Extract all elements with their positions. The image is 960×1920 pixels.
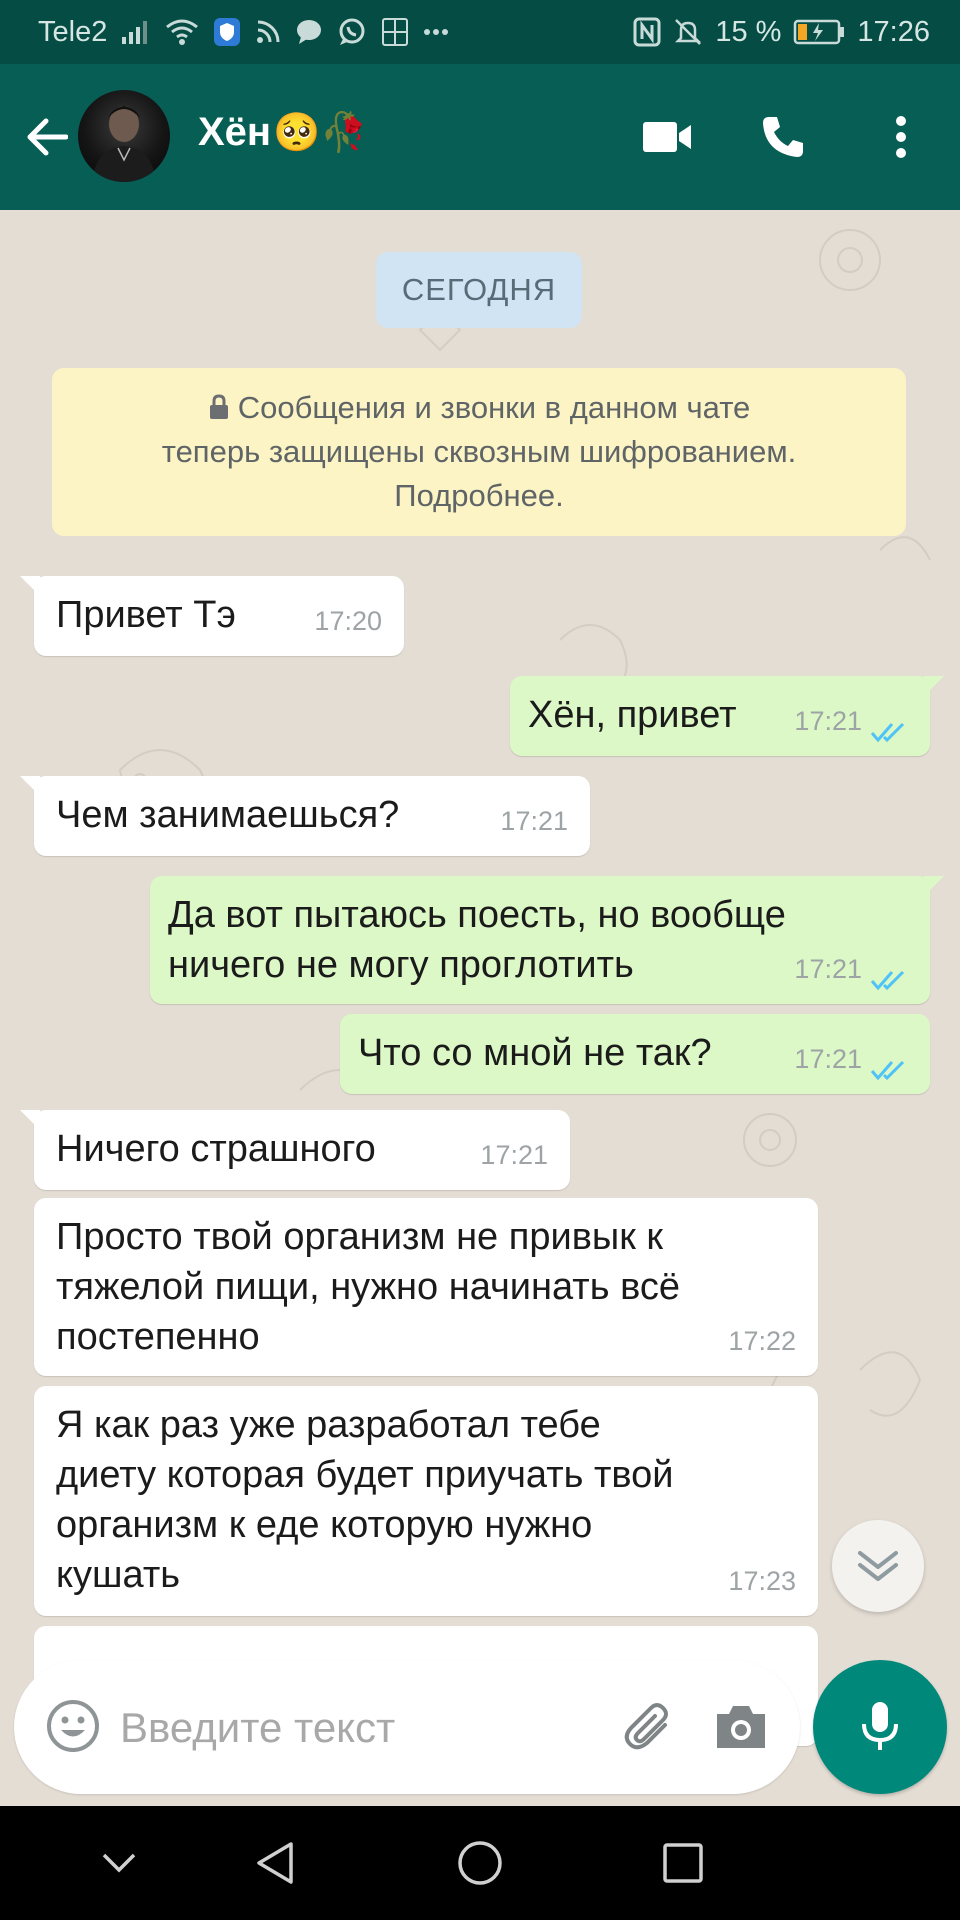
scroll-to-bottom-button[interactable] [832, 1520, 924, 1612]
contact-emojis: 🥺🥀 [273, 110, 368, 154]
message-bubble-incoming[interactable]: Привет Тэ 17:20 [20, 576, 404, 656]
nav-home-button[interactable] [445, 1828, 515, 1898]
double-chevron-down-icon [858, 1551, 898, 1581]
nav-hide-keyboard-button[interactable] [84, 1828, 154, 1898]
message-text: Я как раз уже разработал тебе диету кото… [56, 1404, 674, 1596]
contact-name-text: Хён [198, 110, 272, 154]
voice-call-button[interactable] [752, 106, 814, 168]
message-composer [14, 1660, 800, 1794]
lock-icon [209, 394, 228, 419]
message-text: Ничего страшного [56, 1128, 376, 1170]
avatar-photo [92, 106, 156, 182]
whatsapp-notification-icon [337, 0, 367, 64]
message-bubble-outgoing[interactable]: Да вот пытаюсь поесть, но вообще ничего … [150, 876, 944, 1004]
phone-icon [763, 117, 803, 157]
nav-recents-button[interactable] [648, 1828, 718, 1898]
double-check-read-icon [870, 1060, 905, 1081]
message-bubble-incoming[interactable]: Ничего страшного 17:21 [20, 1110, 570, 1190]
date-label: СЕГОДНЯ [401, 272, 557, 307]
message-text: Привет Тэ [56, 594, 236, 636]
bubble-tail [924, 676, 944, 696]
microphone-icon [862, 1702, 898, 1750]
message-time: 17:20 [314, 606, 382, 636]
smiley-face-icon [47, 1700, 99, 1752]
arrow-left-icon [27, 118, 68, 156]
more-vertical-icon [896, 116, 906, 158]
chevron-down-icon [102, 1853, 136, 1873]
encryption-notice[interactable]: Сообщения и звонки в данном чате теперь … [52, 368, 906, 536]
video-call-button[interactable] [636, 106, 698, 168]
voice-message-button[interactable] [813, 1660, 947, 1794]
double-check-read-icon [870, 970, 905, 991]
message-time: 17:21 [794, 954, 862, 984]
message-time: 17:21 [794, 1044, 862, 1074]
triangle-back-icon [257, 1842, 293, 1884]
clock: 17:26 [857, 15, 930, 48]
camera-icon [717, 1706, 765, 1748]
encryption-notice-text: Сообщения и звонки в данном чате теперь … [161, 390, 797, 513]
menu-button[interactable] [870, 106, 932, 168]
status-bar: Tele2 15 % 17:26 [0, 0, 960, 64]
message-text: Что со мной не так? [358, 1032, 712, 1074]
emoji-button[interactable] [42, 1695, 104, 1757]
carrier-label: Tele2 [38, 15, 108, 48]
chat-notification-icon [295, 0, 323, 64]
contact-name[interactable]: Хён🥺🥀 [198, 110, 368, 155]
chat-header: Хён🥺🥀 [0, 64, 960, 210]
message-bubble-incoming[interactable]: Чем занимаешься? 17:21 [20, 776, 590, 856]
chat-messages-area[interactable]: СЕГОДНЯ Сообщения и звонки в данном чате… [0, 210, 960, 1806]
mute-bell-icon [673, 0, 703, 64]
contact-avatar[interactable] [78, 90, 170, 182]
nfc-icon [633, 0, 661, 64]
message-time: 17:21 [794, 706, 862, 736]
back-button[interactable] [20, 111, 72, 163]
paperclip-icon [624, 1703, 668, 1750]
message-bubble-incoming[interactable]: Я как раз уже разработал тебе диету кото… [34, 1386, 818, 1616]
whatsapp-chat-screen: Tele2 15 % 17:26 Хён🥺🥀 СЕГОДНЯ Сообщения… [0, 0, 960, 1920]
rss-icon [255, 0, 281, 64]
more-notifications-icon [423, 0, 449, 64]
message-input[interactable] [118, 1688, 602, 1768]
message-bubble-outgoing[interactable]: Что со мной не так? 17:21 [340, 1014, 930, 1094]
signal-icon [121, 0, 151, 64]
system-navigation-bar [0, 1806, 960, 1920]
battery-percent: 15 % [715, 15, 782, 48]
message-text: Просто твой организм не привык к тяжелой… [56, 1216, 680, 1358]
message-time: 17:23 [728, 1566, 796, 1596]
bubble-tail [20, 1110, 40, 1130]
battery-icon [793, 0, 845, 64]
square-recents-icon [663, 1843, 703, 1883]
attach-button[interactable] [618, 1696, 680, 1758]
nav-back-button[interactable] [240, 1828, 310, 1898]
message-time: 17:21 [500, 806, 568, 836]
bubble-tail [20, 576, 40, 596]
message-time: 17:21 [480, 1140, 548, 1170]
double-check-read-icon [870, 722, 905, 743]
message-bubble-incoming[interactable]: Просто твой организм не привык к тяжелой… [34, 1198, 818, 1376]
calculator-icon [381, 0, 409, 64]
bubble-tail [20, 776, 40, 796]
message-bubble-outgoing[interactable]: Хён, привет 17:21 [510, 676, 944, 756]
message-text: Да вот пытаюсь поесть, но вообще ничего … [168, 894, 786, 986]
video-camera-icon [643, 122, 691, 152]
shield-icon [213, 0, 241, 64]
date-separator: СЕГОДНЯ [376, 252, 582, 328]
wifi-icon [165, 0, 199, 64]
message-text: Чем занимаешься? [56, 794, 400, 836]
bubble-tail [924, 876, 944, 896]
message-text: Хён, привет [528, 694, 737, 736]
circle-home-icon [458, 1841, 502, 1885]
camera-button[interactable] [710, 1696, 772, 1758]
message-time: 17:22 [728, 1326, 796, 1356]
